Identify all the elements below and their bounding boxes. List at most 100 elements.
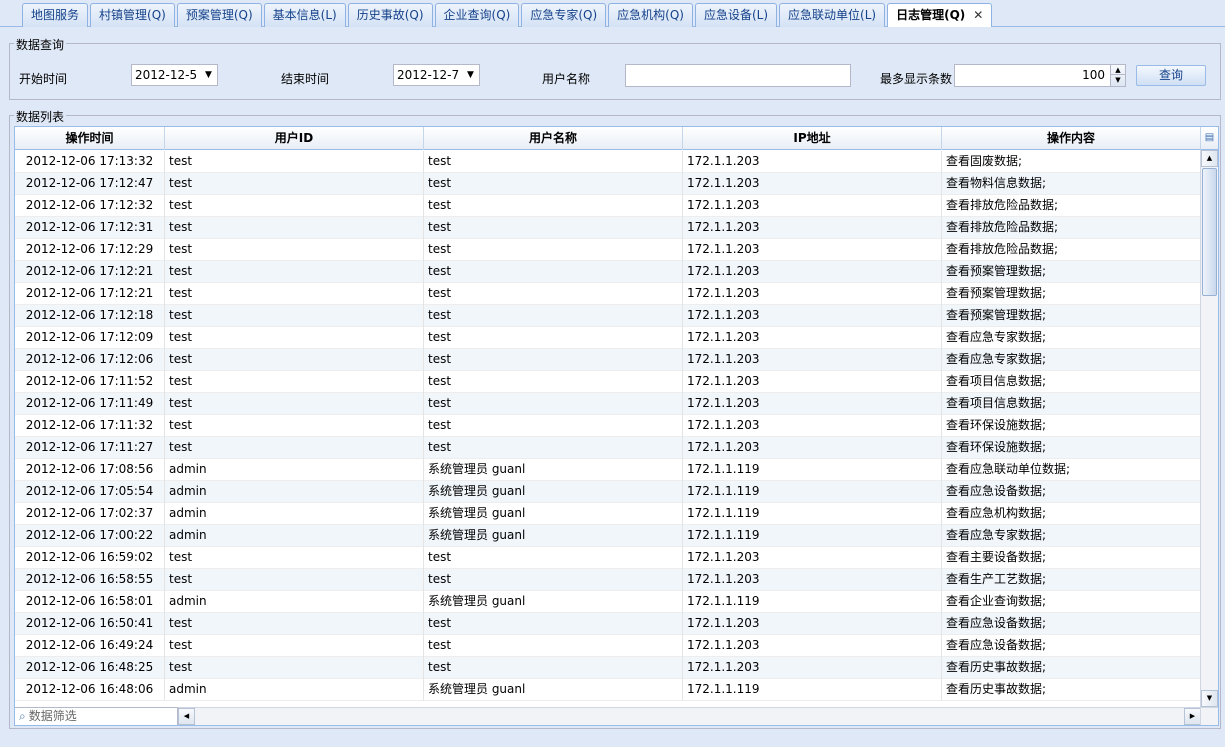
vertical-scrollbar[interactable]: ▲ ▼	[1200, 150, 1218, 707]
triangle-up-icon[interactable]: ▲	[1111, 65, 1125, 75]
table-cell: 2012-12-06 17:12:29	[15, 239, 165, 261]
table-row[interactable]: 2012-12-06 16:58:55 test test 172.1.1.203 查看…	[15, 569, 1201, 591]
column-header[interactable]: 操作时间	[15, 127, 165, 150]
horizontal-scrollbar[interactable]: ◀ ▶	[178, 707, 1201, 725]
vertical-scroll-thumb[interactable]	[1202, 168, 1217, 296]
tab-9[interactable]: 应急联动单位(L)	[779, 3, 886, 27]
table-cell: 2012-12-06 17:12:21	[15, 283, 165, 305]
table-row[interactable]: 2012-12-06 17:12:32 test test 172.1.1.203 查看…	[15, 195, 1201, 217]
tab-4[interactable]: 历史事故(Q)	[347, 3, 433, 27]
table-cell: test	[165, 437, 424, 459]
table-cell: test	[165, 371, 424, 393]
max-rows-field[interactable]: 100 ▲ ▼	[954, 64, 1126, 87]
table-cell: 172.1.1.203	[683, 217, 942, 239]
table-row[interactable]: 2012-12-06 17:12:29 test test 172.1.1.203 查看…	[15, 239, 1201, 261]
table-row[interactable]: 2012-12-06 16:48:06 admin 系统管理员 guanl 172.1…	[15, 679, 1201, 701]
tab-6[interactable]: 应急专家(Q)	[521, 3, 607, 27]
table-cell: 查看项目信息数据;	[942, 393, 1201, 415]
table-cell: admin	[165, 481, 424, 503]
table-cell: test	[424, 547, 683, 569]
tab-1[interactable]: 村镇管理(Q)	[90, 3, 175, 27]
table-cell: 172.1.1.119	[683, 481, 942, 503]
scroll-up-icon[interactable]: ▲	[1201, 150, 1218, 167]
table-row[interactable]: 2012-12-06 17:02:37 admin 系统管理员 guanl 172.1…	[15, 503, 1201, 525]
scroll-right-icon[interactable]: ▶	[1184, 708, 1201, 725]
table-cell: test	[165, 657, 424, 679]
table-cell: test	[424, 657, 683, 679]
end-time-combo[interactable]: 2012-12-7 ▼	[393, 64, 480, 86]
table-cell: 系统管理员 guanl	[424, 679, 683, 701]
table-row[interactable]: 2012-12-06 17:08:56 admin 系统管理员 guanl 172.1…	[15, 459, 1201, 481]
table-row[interactable]: 2012-12-06 17:13:32 test test 172.1.1.203 查看…	[15, 151, 1201, 173]
tab-5[interactable]: 企业查询(Q)	[434, 3, 520, 27]
list-legend: 数据列表	[14, 108, 67, 125]
user-name-input[interactable]	[625, 64, 851, 87]
tab-7[interactable]: 应急机构(Q)	[608, 3, 693, 27]
tab-label: 村镇管理(Q)	[99, 8, 166, 22]
table-cell: 172.1.1.203	[683, 547, 942, 569]
column-header[interactable]: 用户名称	[424, 127, 683, 150]
table-cell: test	[424, 327, 683, 349]
start-time-label: 开始时间	[19, 72, 68, 86]
table-cell: 查看项目信息数据;	[942, 371, 1201, 393]
table-row[interactable]: 2012-12-06 17:11:32 test test 172.1.1.203 查看…	[15, 415, 1201, 437]
max-rows-label: 最多显示条数	[880, 72, 953, 86]
tab-2[interactable]: 预案管理(Q)	[176, 3, 262, 27]
query-legend: 数据查询	[14, 36, 67, 53]
table-cell: 2012-12-06 16:50:41	[15, 613, 165, 635]
table-row[interactable]: 2012-12-06 17:11:49 test test 172.1.1.203 查看…	[15, 393, 1201, 415]
table-row[interactable]: 2012-12-06 17:12:21 test test 172.1.1.203 查看…	[15, 283, 1201, 305]
table-row[interactable]: 2012-12-06 17:12:18 test test 172.1.1.203 查看…	[15, 305, 1201, 327]
table-row[interactable]: 2012-12-06 16:48:25 test test 172.1.1.203 查看…	[15, 657, 1201, 679]
table-cell: 2012-12-06 16:58:01	[15, 591, 165, 613]
column-header[interactable]: IP地址	[683, 127, 942, 150]
table-row[interactable]: 2012-12-06 17:12:06 test test 172.1.1.203 查看…	[15, 349, 1201, 371]
tab-3[interactable]: 基本信息(L)	[263, 3, 346, 27]
chevron-down-icon[interactable]: ▼	[200, 65, 217, 85]
table-row[interactable]: 2012-12-06 17:11:52 test test 172.1.1.203 查看…	[15, 371, 1201, 393]
table-cell: 查看应急专家数据;	[942, 327, 1201, 349]
tab-0[interactable]: 地图服务	[22, 3, 89, 27]
table-cell: 查看应急设备数据;	[942, 613, 1201, 635]
table-row[interactable]: 2012-12-06 16:50:41 test test 172.1.1.203 查看…	[15, 613, 1201, 635]
triangle-down-icon[interactable]: ▼	[1111, 75, 1125, 85]
table-row[interactable]: 2012-12-06 17:00:22 admin 系统管理员 guanl 172.1…	[15, 525, 1201, 547]
table-cell: test	[165, 261, 424, 283]
tab-8[interactable]: 应急设备(L)	[694, 3, 778, 27]
table-cell: test	[165, 151, 424, 173]
table-cell: 查看排放危险品数据;	[942, 195, 1201, 217]
start-time-combo[interactable]: 2012-12-5 ▼	[131, 64, 218, 86]
tab-label: 应急联动单位(L)	[788, 8, 877, 22]
table-row[interactable]: 2012-12-06 17:12:21 test test 172.1.1.203 查看…	[15, 261, 1201, 283]
table-row[interactable]: 2012-12-06 17:05:54 admin 系统管理员 guanl 172.1…	[15, 481, 1201, 503]
close-icon[interactable]: ✕	[973, 8, 983, 22]
table-cell: 2012-12-06 17:11:27	[15, 437, 165, 459]
table-row[interactable]: 2012-12-06 17:11:27 test test 172.1.1.203 查看…	[15, 437, 1201, 459]
table-row[interactable]: 2012-12-06 17:12:09 test test 172.1.1.203 查看…	[15, 327, 1201, 349]
table-cell: 查看固废数据;	[942, 151, 1201, 173]
table-cell: 172.1.1.119	[683, 459, 942, 481]
tab-10[interactable]: 日志管理(Q) ✕	[887, 3, 993, 28]
scroll-left-icon[interactable]: ◀	[178, 708, 195, 725]
table-row[interactable]: 2012-12-06 16:59:02 test test 172.1.1.203 查看…	[15, 547, 1201, 569]
chevron-down-icon[interactable]: ▼	[462, 65, 479, 85]
table-cell: 2012-12-06 17:12:18	[15, 305, 165, 327]
filter-input[interactable]: ⌕ 数据筛选	[15, 707, 178, 725]
table-row[interactable]: 2012-12-06 16:49:24 test test 172.1.1.203 查看…	[15, 635, 1201, 657]
column-header[interactable]: 操作内容	[942, 127, 1201, 150]
table-cell: test	[165, 393, 424, 415]
table-cell: test	[165, 195, 424, 217]
table-cell: 172.1.1.119	[683, 525, 942, 547]
table-cell: 172.1.1.119	[683, 503, 942, 525]
table-row[interactable]: 2012-12-06 16:58:01 admin 系统管理员 guanl 172.1…	[15, 591, 1201, 613]
column-menu-icon[interactable]: ▤	[1200, 127, 1218, 150]
table-cell: 系统管理员 guanl	[424, 481, 683, 503]
table-row[interactable]: 2012-12-06 17:12:31 test test 172.1.1.203 查看…	[15, 217, 1201, 239]
query-button[interactable]: 查询	[1136, 65, 1206, 86]
table-row[interactable]: 2012-12-06 17:12:47 test test 172.1.1.203 查看…	[15, 173, 1201, 195]
scroll-down-icon[interactable]: ▼	[1201, 690, 1218, 707]
table-cell: test	[165, 613, 424, 635]
column-header[interactable]: 用户ID	[165, 127, 424, 150]
table-cell: 2012-12-06 17:02:37	[15, 503, 165, 525]
table-cell: 172.1.1.203	[683, 151, 942, 173]
